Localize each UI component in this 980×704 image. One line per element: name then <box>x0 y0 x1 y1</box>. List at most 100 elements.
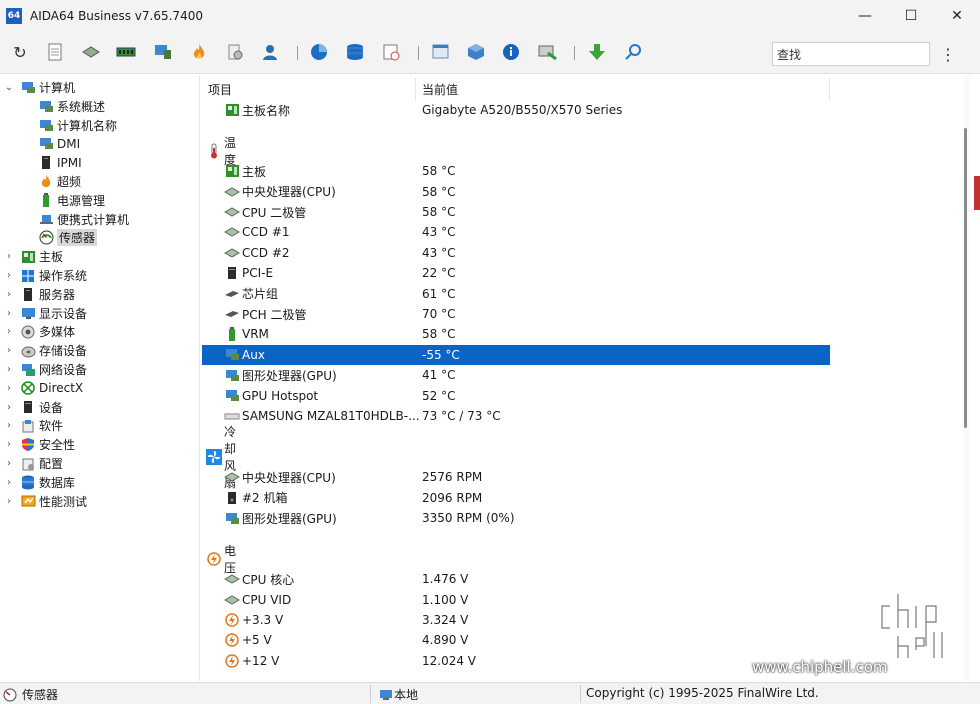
motherboard-icon <box>224 102 240 118</box>
tree-item[interactable]: 便携式计算机 <box>38 210 129 229</box>
calendar-icon[interactable] <box>380 41 402 63</box>
tree-item[interactable]: › 操作系统 <box>2 266 87 285</box>
tree-item[interactable]: 电源管理 <box>38 191 105 210</box>
minimize-button[interactable]: — <box>842 0 888 32</box>
table-row[interactable]: CCD #1 43 °C <box>202 222 830 242</box>
device-icon <box>20 399 36 415</box>
table-row[interactable]: SAMSUNG MZAL81T0HDLB-... 73 °C / 73 °C <box>202 406 830 426</box>
tree-item[interactable]: IPMI <box>38 153 82 172</box>
table-row[interactable]: 芯片组 61 °C <box>202 284 830 304</box>
search-icon[interactable] <box>622 41 644 63</box>
tree-item[interactable]: › 服务器 <box>2 285 75 304</box>
tree-item[interactable]: 传感器 <box>38 228 98 247</box>
table-row[interactable]: CCD #2 43 °C <box>202 243 830 263</box>
tree-item[interactable]: 超频 <box>38 172 81 191</box>
tree-item[interactable]: › 软件 <box>2 416 63 435</box>
table-row[interactable]: 主板 58 °C <box>202 161 830 181</box>
user-icon[interactable] <box>259 41 281 63</box>
tree-item[interactable]: › 性能测试 <box>2 492 87 511</box>
info-icon[interactable] <box>500 41 522 63</box>
download-icon[interactable] <box>586 41 608 63</box>
tree-item-label: DirectX <box>39 381 84 396</box>
row-value: 2576 RPM <box>422 470 483 485</box>
table-row[interactable]: VRM 58 °C <box>202 324 830 344</box>
settings-icon[interactable] <box>224 41 246 63</box>
tree-item-label: 存储设备 <box>39 344 88 359</box>
tree-item[interactable]: › 安全性 <box>2 435 75 454</box>
computer-icon[interactable] <box>152 41 174 63</box>
chart-icon[interactable] <box>308 41 330 63</box>
table-row[interactable]: PCI-E 22 °C <box>202 263 830 283</box>
chevron-right-icon[interactable]: › <box>2 477 16 488</box>
table-row[interactable]: 中央处理器(CPU) 2576 RPM <box>202 467 830 487</box>
chevron-right-icon[interactable]: › <box>2 251 16 262</box>
tree-item[interactable]: › 存储设备 <box>2 341 87 360</box>
chevron-right-icon[interactable]: › <box>2 439 16 450</box>
row-name: GPU Hotspot <box>242 388 319 403</box>
tree-item[interactable]: › 显示设备 <box>2 304 87 323</box>
chevron-down-icon[interactable]: ⌄ <box>2 82 16 93</box>
column-header-value[interactable]: 当前值 <box>416 78 830 100</box>
maximize-button[interactable]: ☐ <box>888 0 934 32</box>
toolbar: ↻ 查找 ⋮ <box>0 32 980 74</box>
close-button[interactable]: ✕ <box>934 0 980 32</box>
chevron-right-icon[interactable]: › <box>2 383 16 394</box>
chevron-right-icon[interactable]: › <box>2 270 16 281</box>
table-row[interactable]: CPU 二极管 58 °C <box>202 202 830 222</box>
tree-item[interactable]: DMI <box>38 134 80 153</box>
tree-item[interactable]: › 数据库 <box>2 473 75 492</box>
table-row[interactable]: PCH 二极管 70 °C <box>202 304 830 324</box>
table-row[interactable]: Aux -55 °C <box>202 344 830 365</box>
tree-item[interactable]: › 主板 <box>2 247 63 266</box>
table-row[interactable]: +3.3 V 3.324 V <box>202 610 830 630</box>
row-name: CPU 二极管 <box>242 205 307 220</box>
scrollbar-thumb[interactable] <box>964 128 967 428</box>
chevron-right-icon[interactable]: › <box>2 458 16 469</box>
table-row[interactable]: 中央处理器(CPU) 58 °C <box>202 182 830 202</box>
tree-item[interactable]: 系统概述 <box>38 97 105 116</box>
table-row[interactable]: CPU 核心 1.476 V <box>202 569 830 589</box>
report-icon[interactable] <box>44 41 66 63</box>
row-value: 43 °C <box>422 225 456 240</box>
diagnostic-icon[interactable] <box>537 41 559 63</box>
table-row[interactable]: GPU Hotspot 52 °C <box>202 386 830 406</box>
chevron-right-icon[interactable]: › <box>2 364 16 375</box>
database-icon[interactable] <box>344 41 366 63</box>
fire-icon[interactable] <box>188 41 210 63</box>
more-options-icon[interactable]: ⋮ <box>940 43 956 65</box>
refresh-icon[interactable]: ↻ <box>9 41 31 63</box>
tree-item[interactable]: › 设备 <box>2 398 63 417</box>
cpu-icon <box>224 204 240 220</box>
tree-item[interactable]: › 配置 <box>2 454 63 473</box>
update-icon[interactable] <box>430 41 452 63</box>
chevron-right-icon[interactable]: › <box>2 308 16 319</box>
table-row[interactable]: 图形处理器(GPU) 41 °C <box>202 365 830 385</box>
table-row[interactable]: +5 V 4.890 V <box>202 630 830 650</box>
column-header-item[interactable]: 项目 <box>202 78 416 100</box>
cpu-icon[interactable] <box>80 41 102 63</box>
table-row[interactable]: 图形处理器(GPU) 3350 RPM (0%) <box>202 508 830 528</box>
table-row[interactable]: CPU VID 1.100 V <box>202 590 830 610</box>
memory-icon[interactable] <box>115 41 137 63</box>
status-sensor: 传感器 <box>2 686 58 703</box>
network-icon[interactable] <box>465 41 487 63</box>
chevron-right-icon[interactable]: › <box>2 345 16 356</box>
toolbar-separator <box>297 46 298 60</box>
table-row[interactable]: #2 机箱 2096 RPM <box>202 488 830 508</box>
chevron-right-icon[interactable]: › <box>2 289 16 300</box>
table-row[interactable]: +12 V 12.024 V <box>202 651 830 671</box>
chevron-right-icon[interactable]: › <box>2 496 16 507</box>
chevron-right-icon[interactable]: › <box>2 420 16 431</box>
chevron-right-icon[interactable]: › <box>2 402 16 413</box>
chevron-right-icon[interactable]: › <box>2 326 16 337</box>
row-value: 12.024 V <box>422 653 477 668</box>
tree-item[interactable]: ⌄ 计算机 <box>2 78 75 97</box>
table-row[interactable]: 主板名称 Gigabyte A520/B550/X570 Series <box>202 100 830 120</box>
search-input[interactable]: 查找 <box>772 42 930 66</box>
tree-item[interactable]: › DirectX <box>2 379 83 398</box>
tree-item[interactable]: 计算机名称 <box>38 116 117 135</box>
tree-item[interactable]: › 网络设备 <box>2 360 87 379</box>
tree-item[interactable]: › 多媒体 <box>2 322 75 341</box>
row-name: 中央处理器(CPU) <box>242 470 336 485</box>
tree-item-label: 软件 <box>39 419 64 434</box>
